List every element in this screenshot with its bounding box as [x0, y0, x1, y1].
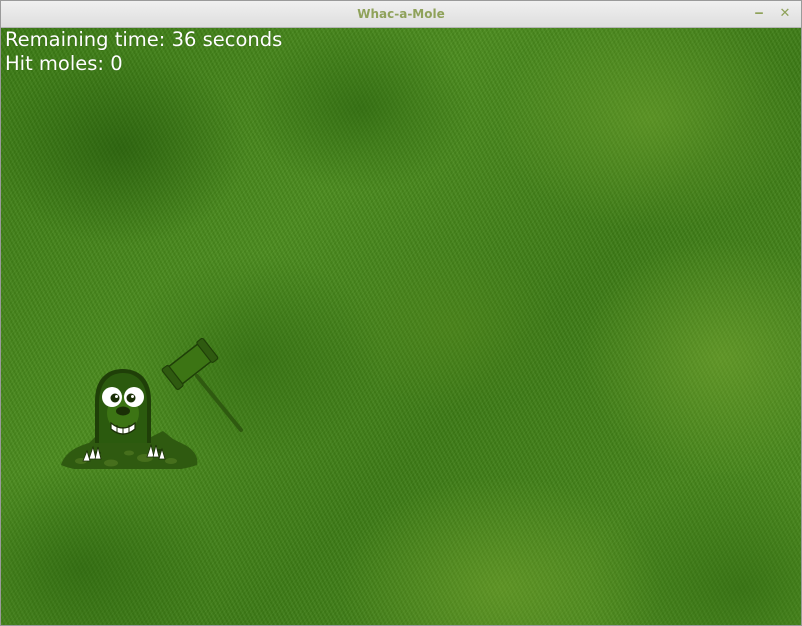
- hit-moles-label: Hit moles: 0: [5, 52, 123, 75]
- remaining-time-label: Remaining time: 36 seconds: [5, 28, 283, 51]
- hud: Remaining time: 36 seconds Hit moles: 0: [5, 28, 282, 76]
- window-title: Whac-a-Mole: [357, 7, 445, 21]
- mole-target[interactable]: [59, 361, 201, 473]
- game-window: Whac-a-Mole ‒ ✕ Remaining time: 36 secon…: [0, 0, 802, 626]
- grass-playfield[interactable]: Remaining time: 36 seconds Hit moles: 0: [1, 28, 801, 625]
- close-button[interactable]: ✕: [775, 4, 795, 24]
- minimize-button[interactable]: ‒: [749, 4, 769, 24]
- mole-icon: [61, 369, 198, 473]
- title-bar[interactable]: Whac-a-Mole ‒ ✕: [1, 1, 801, 28]
